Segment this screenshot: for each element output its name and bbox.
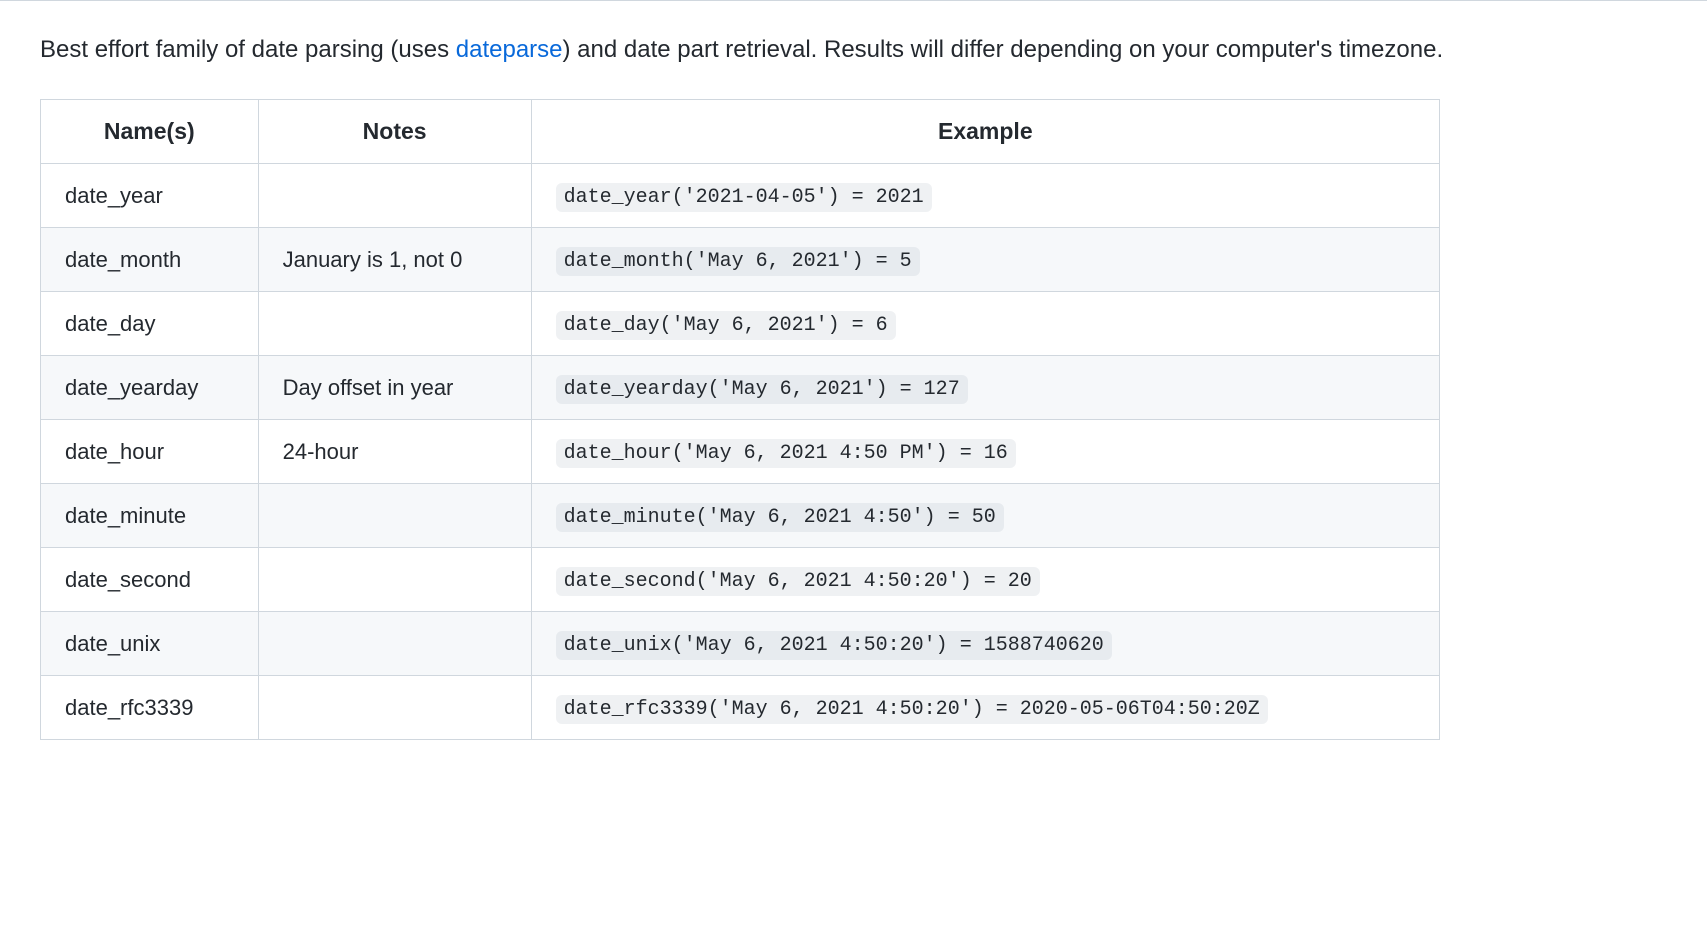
cell-example: date_day('May 6, 2021') = 6 xyxy=(531,291,1439,355)
header-example: Example xyxy=(531,100,1439,164)
content-container: Best effort family of date parsing (uses… xyxy=(0,31,1707,740)
example-code: date_month('May 6, 2021') = 5 xyxy=(556,247,920,276)
cell-notes: Day offset in year xyxy=(258,355,531,419)
table-row: date_yeardayDay offset in year date_yeard… xyxy=(41,355,1440,419)
cell-name: date_yearday xyxy=(41,355,259,419)
cell-name: date_rfc3339 xyxy=(41,675,259,739)
cell-notes xyxy=(258,675,531,739)
example-code: date_yearday('May 6, 2021') = 127 xyxy=(556,375,968,404)
example-code: date_hour('May 6, 2021 4:50 PM') = 16 xyxy=(556,439,1016,468)
header-notes: Notes xyxy=(258,100,531,164)
cell-notes xyxy=(258,483,531,547)
cell-example: date_month('May 6, 2021') = 5 xyxy=(531,227,1439,291)
cell-example: date_yearday('May 6, 2021') = 127 xyxy=(531,355,1439,419)
cell-name: date_year xyxy=(41,163,259,227)
cell-example: date_hour('May 6, 2021 4:50 PM') = 16 xyxy=(531,419,1439,483)
intro-text-before: Best effort family of date parsing (uses xyxy=(40,36,456,63)
table-row: date_unix date_unix('May 6, 2021 4:50:20'… xyxy=(41,611,1440,675)
cell-notes: 24-hour xyxy=(258,419,531,483)
example-code: date_rfc3339('May 6, 2021 4:50:20') = 20… xyxy=(556,695,1268,724)
cell-example: date_minute('May 6, 2021 4:50') = 50 xyxy=(531,483,1439,547)
cell-notes: January is 1, not 0 xyxy=(258,227,531,291)
cell-notes xyxy=(258,291,531,355)
table-row: date_year date_year('2021-04-05') = 2021 xyxy=(41,163,1440,227)
cell-example: date_rfc3339('May 6, 2021 4:50:20') = 20… xyxy=(531,675,1439,739)
cell-name: date_day xyxy=(41,291,259,355)
cell-name: date_unix xyxy=(41,611,259,675)
example-code: date_day('May 6, 2021') = 6 xyxy=(556,311,896,340)
table-row: date_monthJanuary is 1, not 0 date_month(… xyxy=(41,227,1440,291)
cell-name: date_second xyxy=(41,547,259,611)
table-header-row: Name(s) Notes Example xyxy=(41,100,1440,164)
table-row: date_day date_day('May 6, 2021') = 6 xyxy=(41,291,1440,355)
intro-paragraph: Best effort family of date parsing (uses… xyxy=(40,31,1667,69)
table-row: date_hour24-hour date_hour('May 6, 2021 4… xyxy=(41,419,1440,483)
cell-notes xyxy=(258,611,531,675)
cell-name: date_month xyxy=(41,227,259,291)
section-divider xyxy=(0,0,1707,1)
cell-notes xyxy=(258,547,531,611)
cell-example: date_unix('May 6, 2021 4:50:20') = 15887… xyxy=(531,611,1439,675)
example-code: date_minute('May 6, 2021 4:50') = 50 xyxy=(556,503,1004,532)
example-code: date_unix('May 6, 2021 4:50:20') = 15887… xyxy=(556,631,1112,660)
example-code: date_second('May 6, 2021 4:50:20') = 20 xyxy=(556,567,1040,596)
cell-notes xyxy=(258,163,531,227)
header-names: Name(s) xyxy=(41,100,259,164)
cell-name: date_minute xyxy=(41,483,259,547)
table-row: date_minute date_minute('May 6, 2021 4:50… xyxy=(41,483,1440,547)
cell-name: date_hour xyxy=(41,419,259,483)
table-row: date_rfc3339 date_rfc3339('May 6, 2021 4:… xyxy=(41,675,1440,739)
dateparse-link[interactable]: dateparse xyxy=(456,36,563,63)
cell-example: date_second('May 6, 2021 4:50:20') = 20 xyxy=(531,547,1439,611)
date-functions-table: Name(s) Notes Example date_yeardate_year… xyxy=(40,99,1440,740)
intro-text-after: ) and date part retrieval. Results will … xyxy=(563,36,1444,63)
example-code: date_year('2021-04-05') = 2021 xyxy=(556,183,932,212)
cell-example: date_year('2021-04-05') = 2021 xyxy=(531,163,1439,227)
table-row: date_second date_second('May 6, 2021 4:50… xyxy=(41,547,1440,611)
